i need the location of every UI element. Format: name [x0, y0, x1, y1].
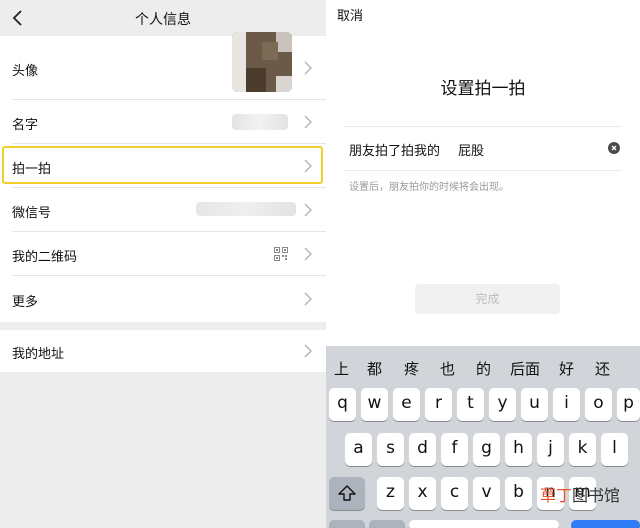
shift-icon: [338, 485, 356, 501]
key-u[interactable]: u: [521, 388, 548, 421]
profile-panel: 个人信息 头像 名字 拍一拍 微信号 我的二维码 更多 我的地址: [0, 0, 326, 528]
candidate-word[interactable]: 疼: [404, 358, 419, 379]
key-w[interactable]: w: [361, 388, 388, 421]
divider: [344, 170, 622, 171]
return-key[interactable]: [571, 520, 640, 528]
avatar: [232, 32, 292, 92]
chevron-right-icon: [304, 203, 312, 217]
divider: [344, 126, 622, 127]
key-g[interactable]: g: [473, 433, 500, 466]
clear-input-icon[interactable]: [608, 142, 620, 154]
shift-key[interactable]: [329, 477, 365, 510]
candidate-bar: 上 都 疼 也 的 后面 好 还: [326, 346, 640, 386]
chevron-right-icon: [304, 247, 312, 261]
key-k[interactable]: k: [569, 433, 596, 466]
emoji-key[interactable]: [369, 520, 405, 528]
key-b[interactable]: b: [505, 477, 532, 510]
pat-row-highlight: [2, 146, 323, 184]
page-title: 个人信息: [135, 12, 191, 28]
key-a[interactable]: a: [345, 433, 372, 466]
pat-settings-panel: 取消 设置拍一拍 朋友拍了拍我的 屁股 设置后，朋友拍你的时候将会出现。 完成 …: [326, 0, 640, 528]
candidate-word[interactable]: 好: [559, 358, 574, 379]
key-c[interactable]: c: [441, 477, 468, 510]
row-avatar-label: 头像: [12, 64, 39, 79]
key-t[interactable]: t: [457, 388, 484, 421]
key-e[interactable]: e: [393, 388, 420, 421]
qr-code-icon: [274, 247, 288, 261]
pat-prefix-label: 朋友拍了拍我的: [349, 144, 441, 159]
key-r[interactable]: r: [425, 388, 452, 421]
row-name-label: 名字: [12, 118, 39, 133]
name-value-blurred: [232, 114, 288, 130]
row-avatar[interactable]: 头像: [0, 32, 326, 100]
key-x[interactable]: x: [409, 477, 436, 510]
key-p[interactable]: p: [617, 388, 640, 421]
candidate-word[interactable]: 都: [367, 358, 382, 379]
watermark: 草丁图书馆: [540, 482, 620, 506]
nav-bar: 个人信息: [0, 0, 326, 36]
key-f[interactable]: f: [441, 433, 468, 466]
numbers-key[interactable]: [329, 520, 365, 528]
wechat-id-value-blurred: [196, 202, 296, 216]
chevron-right-icon: [304, 292, 312, 306]
row-wechat-id-label: 微信号: [12, 206, 52, 221]
watermark-text: 图书馆: [572, 486, 621, 505]
chevron-right-icon: [304, 61, 312, 75]
pat-suffix-input[interactable]: 屁股: [458, 140, 484, 159]
done-button[interactable]: 完成: [415, 284, 560, 314]
key-i[interactable]: i: [553, 388, 580, 421]
key-q[interactable]: q: [329, 388, 356, 421]
key-o[interactable]: o: [585, 388, 612, 421]
row-more-label: 更多: [12, 295, 39, 310]
cancel-button[interactable]: 取消: [337, 5, 363, 24]
row-wechat-id[interactable]: 微信号: [0, 188, 326, 232]
pat-settings-title: 设置拍一拍: [440, 79, 526, 99]
key-j[interactable]: j: [537, 433, 564, 466]
candidate-word[interactable]: 后面: [510, 358, 540, 379]
candidate-word[interactable]: 的: [476, 358, 491, 379]
address-list: 我的地址: [0, 330, 326, 372]
row-more[interactable]: 更多: [0, 276, 326, 322]
key-l[interactable]: l: [601, 433, 628, 466]
candidate-word[interactable]: 还: [595, 358, 610, 379]
candidate-word[interactable]: 上: [334, 358, 349, 379]
space-key[interactable]: [409, 520, 559, 528]
row-name[interactable]: 名字: [0, 100, 326, 144]
row-my-address[interactable]: 我的地址: [0, 330, 326, 372]
watermark-accent-text: 草丁: [540, 486, 573, 505]
candidate-word[interactable]: 也: [440, 358, 455, 379]
pat-hint-text: 设置后，朋友拍你的时候将会出现。: [349, 182, 509, 193]
row-qr-code[interactable]: 我的二维码: [0, 232, 326, 276]
row-qr-code-label: 我的二维码: [12, 250, 78, 265]
row-my-address-label: 我的地址: [12, 347, 65, 362]
key-v[interactable]: v: [473, 477, 500, 510]
key-h[interactable]: h: [505, 433, 532, 466]
key-y[interactable]: y: [489, 388, 516, 421]
chevron-right-icon: [304, 115, 312, 129]
key-d[interactable]: d: [409, 433, 436, 466]
chevron-right-icon: [304, 344, 312, 358]
key-s[interactable]: s: [377, 433, 404, 466]
key-z[interactable]: z: [377, 477, 404, 510]
